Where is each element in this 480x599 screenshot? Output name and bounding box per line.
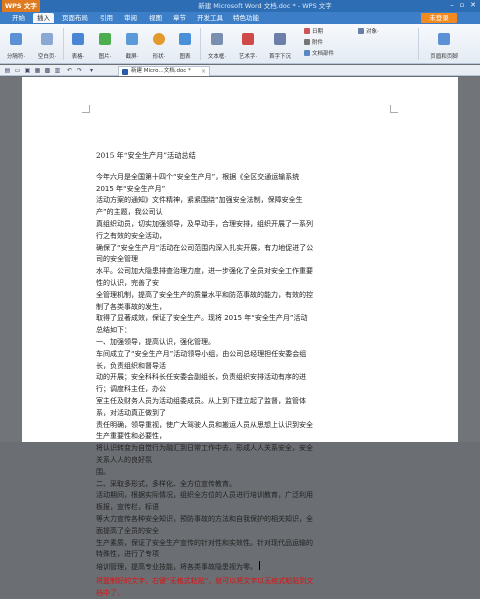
body-line: 全管理机制，提高了安全生产的质量水平和防范事故的能力，有效的控制了各类事故的发生… xyxy=(96,290,313,311)
margin-corner-mark xyxy=(390,105,398,113)
ribbon-divider xyxy=(200,28,201,60)
body-line: 培训管理，提高专业技能，将各类事故隐患视为零。 xyxy=(96,561,314,574)
page-break-button[interactable]: 分隔符· xyxy=(3,27,29,61)
image-icon xyxy=(99,33,111,45)
wordart-icon xyxy=(242,33,254,45)
ribbon-divider xyxy=(63,28,64,60)
paste-tip-note: 将复制好的文字，右键“无格式粘贴”，就可以将文字以无格式粘贴到文档中了。 xyxy=(96,576,314,597)
body-line: 真组织动员，切实加强领导，及早动手，合理安排，组织开展了一系列行之有效的安全活动… xyxy=(96,219,313,240)
print-preview-icon[interactable]: ▩ xyxy=(44,67,51,74)
maximize-icon[interactable]: ▫ xyxy=(458,1,466,10)
body-line: 将认识转变为自觉行为融汇到日常工作中去，形成人人关系安全，安全关系人人的良好氛 xyxy=(96,444,313,464)
body-line: 等大力宣传各种安全知识，预防事故的方法和自我保护的相关知识，全面提高了全员的安全 xyxy=(96,514,313,535)
header-footer-icon xyxy=(438,33,450,45)
object-icon xyxy=(358,28,364,34)
image-button[interactable]: 图片· xyxy=(93,27,117,61)
date-button[interactable]: 日期 xyxy=(304,28,323,37)
body-line: 活动方案的通知》文件精神，紧紧围绕“加强安全法制，保障安全生产”的主题，我公司认 xyxy=(96,196,303,217)
tab-page-layout[interactable]: 页面布局 xyxy=(62,13,88,23)
margin-corner-mark xyxy=(82,105,90,113)
blank-page-icon xyxy=(41,33,53,45)
window-title: 新建 Microsoft Word 文档.doc * - WPS 文字 xyxy=(198,2,332,10)
section-heading: 一、加强领导，提高认识，强化管理。 xyxy=(96,337,215,346)
tab-developer[interactable]: 开发工具 xyxy=(197,13,223,23)
body-line: 取得了显著成效，保证了安全生产。现将 2015 年“安全生产月”活动总结如下： xyxy=(96,314,308,335)
textbox-icon xyxy=(211,33,223,45)
text-cursor xyxy=(259,561,260,571)
dropcap-icon xyxy=(274,33,286,45)
screenshot-button[interactable]: 截屏· xyxy=(120,27,144,61)
document-tab[interactable]: 新建 Micro...文档.doc * × xyxy=(118,66,210,76)
page-break-icon xyxy=(10,33,22,45)
chart-icon xyxy=(179,33,191,45)
chart-button[interactable]: 图表 xyxy=(174,27,196,61)
wordart-button[interactable]: 艺术字· xyxy=(234,27,262,61)
title-bar: WPS 文字 新建 Microsoft Word 文档.doc * - WPS … xyxy=(0,0,480,12)
menu-bar: 开始 插入 页面布局 引用 审阅 视图 章节 开发工具 特色功能 未登录 xyxy=(0,12,480,24)
body-line: 责任明确，领导重视，使广大驾驶人员和搬运人员从思想上认识到安全生产重要性和必要性… xyxy=(96,420,313,441)
attachment-button[interactable]: 附件 xyxy=(304,39,323,48)
tab-review[interactable]: 审阅 xyxy=(124,13,137,23)
screenshot-icon xyxy=(126,33,138,45)
section-heading: 二、采取多形式，多样化、全方位宣传教育。 xyxy=(96,479,236,488)
body-line: 生产素质，保证了安全生产宣传的针对性和实效性。针对现代品运输的特殊性，进行了专项 xyxy=(96,538,313,559)
shapes-button[interactable]: 形状· xyxy=(147,27,171,61)
body-line: 活动期间，根据实际情况，组织全方位的人员进行培训教育，广泛利用板报，宣传栏，标语 xyxy=(96,491,313,512)
shapes-icon xyxy=(153,33,165,45)
tab-references[interactable]: 引用 xyxy=(100,13,113,23)
quick-access-bar: ▤ ▭ ▣ ▦ ▩ ▥ ↶ ↷ ▾ xyxy=(0,65,480,76)
doc-parts-icon xyxy=(304,50,310,56)
print-icon[interactable]: ▦ xyxy=(34,67,41,74)
body-line: 室主任及财务人员为活动组委成员。从上到下建立起了监督，监管体系，对活动真正做到了 xyxy=(96,396,306,417)
close-icon[interactable]: ✕ xyxy=(469,1,477,10)
customize-dropdown-icon[interactable]: ▾ xyxy=(88,67,95,74)
header-footer-button[interactable]: 页眉和页脚 xyxy=(424,27,464,61)
ribbon-toolbar: 分隔符· 空白页· 表格· 图片· 截屏· 形状· 图表 文本框· 艺术字· 首… xyxy=(0,24,480,64)
textbox-button[interactable]: 文本框· xyxy=(203,27,231,61)
minimize-icon[interactable]: – xyxy=(448,1,456,10)
table-button[interactable]: 表格· xyxy=(66,27,90,61)
attachment-icon xyxy=(304,39,310,45)
wps-logo-icon[interactable]: ▤ xyxy=(4,67,11,74)
dropcap-button[interactable]: 首字下沉 xyxy=(265,27,295,61)
document-icon xyxy=(122,69,128,75)
redo-icon[interactable]: ↷ xyxy=(76,67,83,74)
doc-parts-button[interactable]: 文档部件 xyxy=(304,50,334,59)
body-line: 确保了“安全生产月”活动在公司范围内深入扎实开展，有力地促进了公司的安全管理 xyxy=(96,243,314,264)
format-painter-icon[interactable]: ▥ xyxy=(54,67,61,74)
ribbon-divider xyxy=(418,28,419,60)
body-line: 围。 xyxy=(96,467,110,476)
body-line: 水平。公司加大隐患排查治理力度，进一步强化了全员对安全工作重要性的认识，完善了安 xyxy=(96,267,313,287)
body-line: 车间成立了“安全生产月”活动领导小组，由公司总经理担任安委会组长，负责组织和督导… xyxy=(96,349,307,370)
body-line: 动的开展；安全科科长任安委会副组长，负责组织安排活动有序的进行；调度科主任，办公 xyxy=(96,373,306,394)
body-line: 今年六月是全国第十四个“安全生产月”，根据《全区交通运输系统 2015 年“安全… xyxy=(96,172,300,193)
blank-page-button[interactable]: 空白页· xyxy=(34,27,60,61)
login-button[interactable]: 未登录 xyxy=(421,13,457,23)
object-button[interactable]: 对象· xyxy=(358,28,379,37)
calendar-icon xyxy=(304,28,310,34)
app-menu-button[interactable]: WPS 文字 xyxy=(2,0,40,12)
tab-sections[interactable]: 章节 xyxy=(173,13,186,23)
tab-view[interactable]: 视图 xyxy=(149,13,162,23)
save-icon[interactable]: ▣ xyxy=(24,67,31,74)
undo-icon[interactable]: ↶ xyxy=(66,67,73,74)
tab-insert[interactable]: 插入 xyxy=(33,13,54,23)
tab-special[interactable]: 特色功能 xyxy=(233,13,259,23)
table-icon xyxy=(72,33,84,45)
document-title: 2015 年“安全生产月”活动总结 xyxy=(96,151,196,160)
tab-home[interactable]: 开始 xyxy=(12,13,25,23)
open-folder-icon[interactable]: ▭ xyxy=(14,67,21,74)
document-body[interactable]: 2015 年“安全生产月”活动总结 今年六月是全国第十四个“安全生产月”，根据《… xyxy=(96,150,314,599)
tab-close-icon[interactable]: × xyxy=(201,67,206,76)
